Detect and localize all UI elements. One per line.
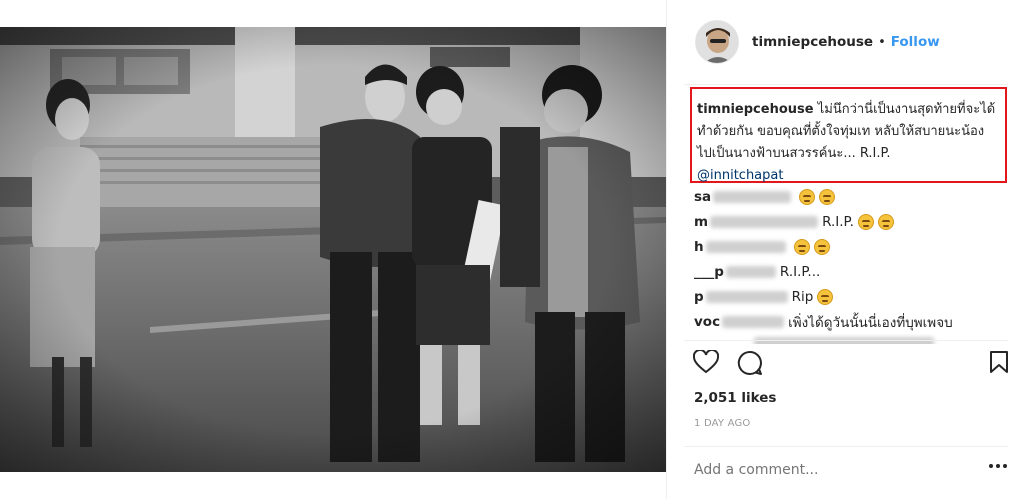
- comment-username[interactable]: voc: [694, 314, 720, 330]
- blurred-text: [705, 240, 786, 253]
- dot: [1003, 464, 1007, 468]
- blurred-text: [725, 265, 776, 278]
- pensive-face-icon: [877, 213, 894, 230]
- post-caption: timniepcehouse ไม่นึกว่านี่เป็นงานสุดท้า…: [697, 99, 997, 187]
- comment-username[interactable]: sa: [694, 189, 711, 205]
- pensive-face-icon: [857, 213, 874, 230]
- blurred-text: [705, 290, 788, 303]
- header-divider: [684, 84, 1008, 85]
- avatar-image: [696, 21, 738, 63]
- comment-item: ___p R.I.P...: [694, 259, 1014, 284]
- comment-username[interactable]: ___p: [694, 264, 724, 280]
- comment-username[interactable]: h: [694, 239, 704, 255]
- bookmark-icon[interactable]: [989, 350, 1009, 378]
- likes-count[interactable]: 2,051 likes: [694, 390, 776, 406]
- crying-face-icon: [819, 188, 836, 205]
- comment-item: m R.I.P.: [694, 209, 1014, 234]
- post-photo[interactable]: [0, 0, 666, 499]
- blurred-text: [722, 315, 785, 328]
- post-header: timniepcehouse • Follow: [667, 0, 1024, 84]
- add-comment-input[interactable]: [694, 460, 954, 480]
- comment-item: sa: [694, 184, 1014, 209]
- separator-dot: •: [878, 34, 886, 50]
- blurred-text: [713, 190, 792, 203]
- comment-text: R.I.P.: [822, 213, 854, 230]
- blurred-text: [710, 215, 819, 228]
- avatar[interactable]: [695, 20, 739, 64]
- header-username[interactable]: timniepcehouse: [752, 34, 873, 50]
- like-heart-icon[interactable]: [692, 348, 720, 378]
- crying-face-icon: [813, 238, 830, 255]
- dot: [989, 464, 993, 468]
- actions-divider: [684, 340, 1008, 341]
- caption-username[interactable]: timniepcehouse: [697, 102, 814, 117]
- post-side-panel: timniepcehouse • Follow timniepcehouse ไ…: [666, 0, 1024, 499]
- comment-overflow: [694, 334, 1014, 344]
- more-options-icon[interactable]: [989, 464, 1007, 468]
- comment-bubble-icon[interactable]: [737, 350, 763, 380]
- comment-item: voc เพิ่งได้ดูวันนั้นนี่เองที่บุพเพจบ: [694, 309, 1014, 334]
- comment-item: h: [694, 234, 1014, 259]
- crying-face-icon: [799, 188, 816, 205]
- photo-scene: [0, 27, 666, 472]
- comment-text: เพิ่งได้ดูวันนั้นนี่เองที่บุพเพจบ: [788, 314, 953, 331]
- dot: [996, 464, 1000, 468]
- photo-frame: [0, 27, 666, 472]
- pensive-face-icon: [817, 288, 834, 305]
- comment-divider: [684, 446, 1008, 447]
- comment-item: p Rip: [694, 284, 1014, 309]
- comment-text: Rip: [791, 288, 814, 305]
- comment-username[interactable]: m: [694, 214, 708, 230]
- comment-text: R.I.P...: [779, 263, 821, 280]
- pensive-face-icon: [793, 238, 810, 255]
- follow-button[interactable]: Follow: [891, 34, 940, 50]
- comments-list: sa m R.I.P. h ___p R.I.P... p Rip voc เพ…: [694, 184, 1014, 344]
- post-timestamp[interactable]: 1 DAY AGO: [694, 418, 751, 429]
- post-actions: [692, 348, 1013, 380]
- comment-username[interactable]: p: [694, 289, 704, 305]
